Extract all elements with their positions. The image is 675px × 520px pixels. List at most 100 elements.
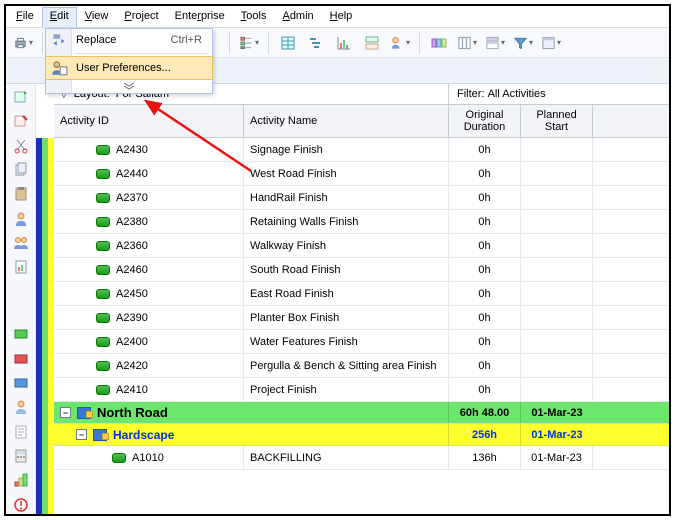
col-original-duration[interactable]: Original Duration xyxy=(449,105,521,137)
activity-icon xyxy=(96,145,110,155)
activity-icon xyxy=(96,289,110,299)
menu-admin[interactable]: Admin xyxy=(274,7,321,27)
col-planned-start[interactable]: Planned Start xyxy=(521,105,593,137)
group-north-road[interactable]: −North Road60h 48.0001-Mar-23 xyxy=(54,402,669,424)
menu-item-user-preferences[interactable]: User Preferences... xyxy=(46,57,212,79)
left-sidebar xyxy=(6,84,36,514)
edit-dropdown: Replace Ctrl+R User Preferences... xyxy=(45,28,213,94)
sidebar-add-icon[interactable] xyxy=(11,88,31,106)
menu-edit[interactable]: Edit xyxy=(42,7,77,27)
menu-item-replace[interactable]: Replace Ctrl+R xyxy=(46,29,212,51)
toolbar-columns-button[interactable]: ▾ xyxy=(456,32,478,54)
activity-icon xyxy=(96,337,110,347)
activity-dur-text: 0h xyxy=(478,336,490,348)
sidebar-copy-icon[interactable] xyxy=(11,161,31,179)
group-dur: 60h 48.00 xyxy=(449,402,521,423)
activity-icon xyxy=(96,169,110,179)
toolbar-layout-button[interactable]: ▾ xyxy=(540,32,562,54)
collapse-icon[interactable]: − xyxy=(60,407,71,418)
table-row[interactable]: A2420Pergulla & Bench & Sitting area Fin… xyxy=(54,354,669,378)
collapse-icon[interactable]: − xyxy=(76,429,87,440)
activity-id-text: A2400 xyxy=(116,336,148,348)
table-row[interactable]: A2370HandRail Finish0h xyxy=(54,186,669,210)
replace-icon xyxy=(50,31,68,49)
sidebar-steps-icon[interactable] xyxy=(11,471,31,489)
table-row[interactable]: A2450 East Road Finish 0h xyxy=(54,282,669,306)
group-start: 01-Mar-23 xyxy=(521,424,593,445)
menu-help[interactable]: Help xyxy=(322,7,361,27)
toolbar-filter-button[interactable]: ▾ xyxy=(512,32,534,54)
activity-dur-text: 0h xyxy=(478,288,490,300)
group-label: Hardscape xyxy=(113,428,174,442)
sidebar-user-icon[interactable] xyxy=(11,210,31,228)
activity-name-text: Retaining Walls Finish xyxy=(250,216,358,228)
filter-display: Filter: All Activities xyxy=(449,84,669,104)
menu-project[interactable]: Project xyxy=(116,7,166,27)
activity-id-text: A2380 xyxy=(116,216,148,228)
toolbar-chart-button[interactable] xyxy=(333,32,355,54)
activity-name-text: West Road Finish xyxy=(250,168,337,180)
sidebar-blue-icon[interactable] xyxy=(11,374,31,392)
table-row[interactable]: A2380Retaining Walls Finish0h xyxy=(54,210,669,234)
activity-icon xyxy=(96,241,110,251)
table-row[interactable]: A2410Project Finish0h xyxy=(54,378,669,402)
activity-start-text: 01-Mar-23 xyxy=(531,452,582,464)
filter-name-label: All Activities xyxy=(488,88,546,100)
toolbar-group2-button[interactable]: ▾ xyxy=(484,32,506,54)
table-row[interactable]: A2400 Water Features Finish 0h xyxy=(54,330,669,354)
table-row[interactable]: A2460South Road Finish0h xyxy=(54,258,669,282)
activity-id-text: A2440 xyxy=(116,168,148,180)
sidebar-calc-icon[interactable] xyxy=(11,447,31,465)
toolbar-table-button[interactable] xyxy=(277,32,299,54)
toolbar-resource-button[interactable]: ▾ xyxy=(389,32,411,54)
activity-icon xyxy=(96,217,110,227)
sidebar-alert-icon[interactable] xyxy=(11,496,31,514)
filter-prefix-label: Filter: xyxy=(457,88,485,100)
sidebar-person2-icon[interactable] xyxy=(11,398,31,416)
activity-id-text: A2450 xyxy=(116,288,148,300)
activity-id-text: A2370 xyxy=(116,192,148,204)
print-button[interactable]: ▾ xyxy=(12,32,34,54)
activity-name-text: Water Features Finish xyxy=(250,336,358,348)
accel-text: Ctrl+R xyxy=(171,34,212,46)
column-headers: Activity ID Activity Name Original Durat… xyxy=(54,105,669,138)
table-row[interactable]: A1010BACKFILLING136h01-Mar-23 xyxy=(54,446,669,470)
menu-view[interactable]: View xyxy=(77,7,117,27)
table-row[interactable]: A2430Signage Finish0h xyxy=(54,138,669,162)
activity-icon xyxy=(96,361,110,371)
toolbar-gantt-button[interactable] xyxy=(305,32,327,54)
wbs-icon xyxy=(93,429,107,441)
activity-icon xyxy=(96,193,110,203)
table-row[interactable]: A2440West Road Finish0h xyxy=(54,162,669,186)
sidebar-users-icon[interactable] xyxy=(11,234,31,252)
sidebar-paste-icon[interactable] xyxy=(11,185,31,203)
activity-dur-text: 0h xyxy=(478,240,490,252)
activity-name-text: HandRail Finish xyxy=(250,192,328,204)
group-hardscape[interactable]: − Hardscape 256h01-Mar-23 xyxy=(54,424,669,446)
activity-name-text: Signage Finish xyxy=(250,144,323,156)
activity-icon xyxy=(112,453,126,463)
group-dur: 256h xyxy=(449,424,521,445)
toolbar-trace-button[interactable] xyxy=(361,32,383,54)
menu-tools[interactable]: Tools xyxy=(233,7,275,27)
toolbar-hierarchy-button[interactable]: ▾ xyxy=(238,32,260,54)
user-prefs-icon xyxy=(50,59,68,77)
activity-name-text: South Road Finish xyxy=(250,264,341,276)
table-row[interactable]: A2360Walkway Finish0h xyxy=(54,234,669,258)
menu-enterprise[interactable]: Enterprise xyxy=(167,7,233,27)
menu-file[interactable]: File xyxy=(8,7,42,27)
activity-name-text: Planter Box Finish xyxy=(250,312,339,324)
table-row[interactable]: A2390Planter Box Finish0h xyxy=(54,306,669,330)
sidebar-doc-icon[interactable] xyxy=(11,423,31,441)
col-activity-id[interactable]: Activity ID xyxy=(54,105,244,137)
sidebar-report-icon[interactable] xyxy=(11,258,31,276)
sidebar-red-icon[interactable] xyxy=(11,350,31,368)
activity-name-text: Project Finish xyxy=(250,384,317,396)
col-activity-name[interactable]: Activity Name xyxy=(244,105,449,137)
sidebar-green-icon[interactable] xyxy=(11,325,31,343)
activity-name-text: East Road Finish xyxy=(250,288,334,300)
sidebar-cut-icon[interactable] xyxy=(11,137,31,155)
toolbar-timescale-button[interactable] xyxy=(428,32,450,54)
activity-name-text: Pergulla & Bench & Sitting area Finish xyxy=(250,360,437,372)
sidebar-del-icon[interactable] xyxy=(11,112,31,130)
